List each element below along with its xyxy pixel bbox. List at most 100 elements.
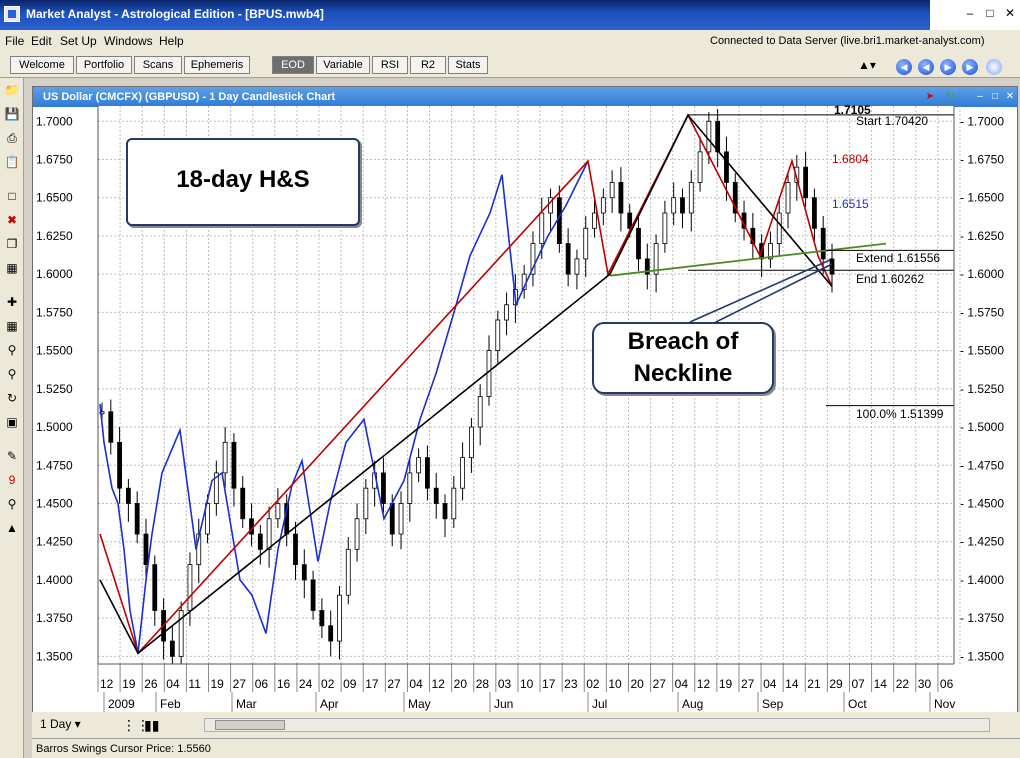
- y-tick-label-right: - 1.5500: [960, 344, 1004, 358]
- y-tick-label-right: - 1.7000: [960, 114, 1004, 128]
- candle-body: [697, 151, 703, 183]
- y-tick-label-right: - 1.4750: [960, 458, 1004, 472]
- candle-body: [293, 533, 298, 566]
- candle-body: [688, 182, 694, 214]
- y-tick-label-left: 1.5250: [36, 382, 73, 396]
- y-tick-label-right: - 1.3750: [960, 611, 1004, 625]
- y-tick-label-right: - 1.4500: [960, 496, 1004, 510]
- x-tick-label: 23: [564, 677, 578, 691]
- y-tick-label-right: - 1.5250: [960, 382, 1004, 396]
- y-axis-right: - 1.7000 - 1.6750 - 1.6500 - 1.6250 - 1.6000…: [960, 114, 1004, 663]
- month-label: May: [408, 697, 431, 711]
- candle-body: [583, 227, 589, 260]
- y-tick-label-right: - 1.6500: [960, 191, 1004, 205]
- start-label: Start 1.70420: [856, 114, 928, 128]
- breach-callout: Breach of Neckline: [592, 322, 774, 394]
- candle-body: [468, 426, 474, 459]
- candle-body: [381, 472, 386, 504]
- end-label: End 1.60262: [856, 272, 924, 286]
- blue-level-label: 1.6515: [832, 197, 869, 211]
- x-tick-label: 14: [785, 677, 799, 691]
- candle-body: [117, 441, 122, 489]
- candle-body: [125, 487, 131, 504]
- candle-body: [812, 197, 817, 229]
- x-tick-label: 16: [277, 677, 291, 691]
- month-label: Mar: [236, 697, 257, 711]
- x-tick-label: 09: [343, 677, 357, 691]
- x-tick-label: 19: [122, 677, 136, 691]
- y-tick-label-left: 1.5500: [36, 344, 73, 358]
- x-tick-label: 03: [498, 677, 512, 691]
- x-tick-label: 30: [918, 677, 932, 691]
- x-tick-label: 27: [387, 677, 401, 691]
- x-tick-label: 06: [255, 677, 269, 691]
- candle-body: [301, 564, 307, 581]
- candle-body: [592, 212, 597, 229]
- candle-body: [363, 487, 369, 520]
- candle-body: [829, 258, 835, 275]
- red-level-label: 1.6804: [832, 152, 869, 166]
- candle-body: [108, 411, 114, 443]
- x-tick-label: 29: [829, 677, 843, 691]
- bars-icon[interactable]: ▮▮: [144, 717, 159, 734]
- x-tick-label: 02: [321, 677, 335, 691]
- x-tick-label: 12: [100, 677, 114, 691]
- breach-callout-line1: Breach of: [627, 328, 739, 355]
- candle-body: [662, 212, 668, 244]
- candle-body: [671, 197, 677, 214]
- month-label: Feb: [160, 697, 181, 711]
- x-tick-label: 20: [454, 677, 468, 691]
- candle-body: [776, 212, 782, 244]
- candle-body: [143, 533, 149, 566]
- candle-body: [618, 182, 624, 214]
- x-tick-label: 07: [851, 677, 865, 691]
- period-dropdown[interactable]: 1 Day ▾: [40, 717, 81, 731]
- candle-body: [495, 319, 501, 352]
- y-tick-label-left: 1.6000: [36, 267, 73, 281]
- candle-body: [724, 151, 729, 183]
- candle-body: [345, 548, 351, 596]
- chart-scrollbar[interactable]: [204, 718, 990, 732]
- y-tick-label-right: - 1.6250: [960, 229, 1004, 243]
- breach-callout-line2: Neckline: [633, 360, 733, 387]
- month-label: Apr: [320, 697, 339, 711]
- x-tick-label: 04: [675, 677, 689, 691]
- x-tick-label: 17: [365, 677, 379, 691]
- candle-body: [539, 212, 545, 244]
- x-tick-label: 19: [719, 677, 733, 691]
- candle-body: [416, 457, 422, 474]
- month-label: Nov: [934, 697, 955, 711]
- candle-body: [600, 197, 606, 214]
- candlestick-chart[interactable]: 1.7105Start 1.704201.68041.6515Extend 1.…: [0, 0, 1020, 758]
- x-tick-label: 22: [896, 677, 910, 691]
- x-tick-label: 27: [233, 677, 247, 691]
- x-tick-label: 26: [144, 677, 158, 691]
- candle-body: [310, 579, 316, 611]
- x-tick-label: 27: [741, 677, 755, 691]
- y-axis-left: 1.7000 1.6750 1.6500 1.6250 1.6000 1.5750 1.55…: [36, 114, 73, 663]
- y-tick-label-right: - 1.6750: [960, 153, 1004, 167]
- extend-label: Extend 1.61556: [856, 251, 940, 265]
- x-axis: 12 19 26 04 11 19 27 06 16 24 02 09 17 27 04 12 20 28 03 10…: [97, 664, 962, 712]
- y-tick-label-right: - 1.6000: [960, 267, 1004, 281]
- candle-body: [636, 227, 641, 260]
- x-tick-label: 21: [807, 677, 821, 691]
- candle-body: [556, 197, 562, 244]
- candle-body: [803, 166, 809, 199]
- candle-body: [565, 243, 571, 275]
- candle-body: [354, 518, 360, 550]
- scrollbar-thumb[interactable]: [215, 720, 285, 730]
- x-tick-label: 04: [763, 677, 777, 691]
- y-tick-label-left: 1.4250: [36, 535, 73, 549]
- candle-body: [407, 472, 413, 504]
- x-tick-label: 20: [630, 677, 644, 691]
- cursor-price-status: Barros Swings Cursor Price: 1.5560: [36, 743, 211, 755]
- pct-label: 100.0% 1.51399: [856, 407, 944, 421]
- candle-body: [187, 564, 193, 611]
- candle-body: [257, 533, 263, 550]
- candle-body: [222, 441, 228, 474]
- x-tick-label: 14: [874, 677, 888, 691]
- x-tick-label: 06: [940, 677, 954, 691]
- x-tick-label: 04: [166, 677, 180, 691]
- month-label: Jul: [592, 697, 607, 711]
